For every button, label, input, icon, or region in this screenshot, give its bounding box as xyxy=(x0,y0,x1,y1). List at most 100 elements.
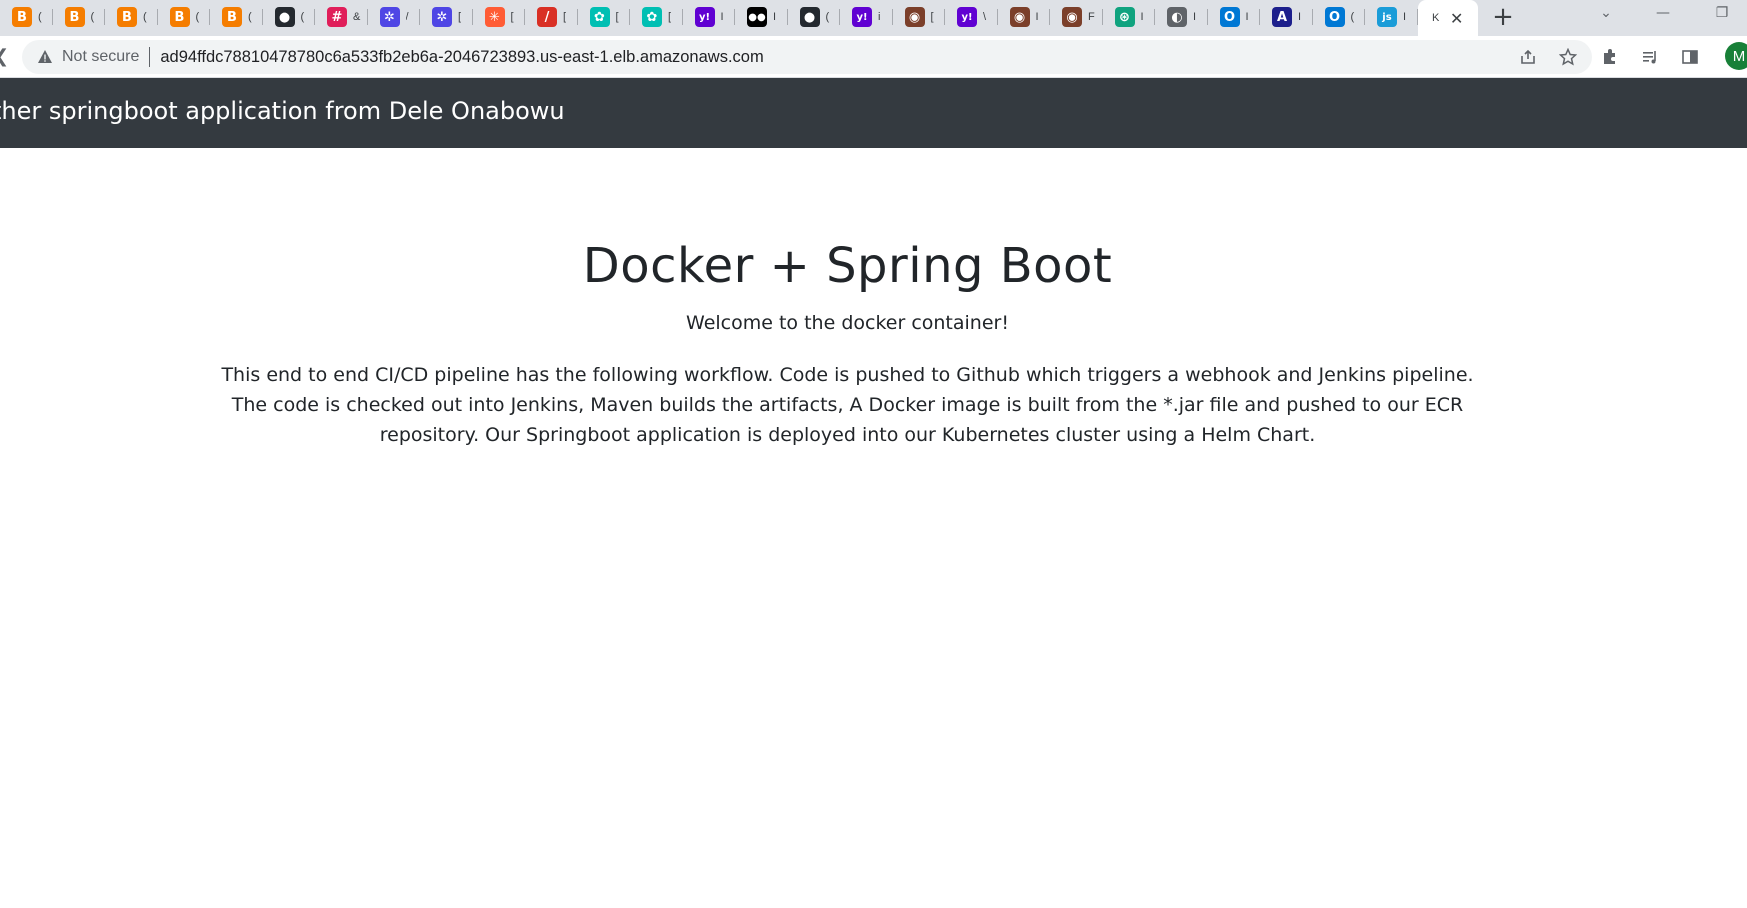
github-icon: ● xyxy=(799,7,820,27)
tab-item[interactable]: O( xyxy=(1313,0,1365,34)
tab-item[interactable]: ✲ / xyxy=(368,0,420,34)
outlook-icon: O xyxy=(1219,7,1240,27)
extensions-icon[interactable] xyxy=(1600,47,1620,67)
tab-item[interactable]: y! I xyxy=(683,0,735,34)
navbar-brand[interactable]: ther springboot application from Dele On… xyxy=(0,97,565,125)
tab-title: F xyxy=(1088,11,1095,23)
tab-item[interactable]: ◉ F xyxy=(1050,0,1103,34)
medium-icon: ●● xyxy=(747,7,767,27)
yahoo-icon: y! xyxy=(694,7,715,27)
tab-item[interactable]: ◐ I xyxy=(1155,0,1208,34)
tab-item[interactable]: ⊛ I xyxy=(1103,0,1155,34)
tab-item[interactable]: B( xyxy=(0,0,53,34)
outlook-icon: O xyxy=(1324,7,1345,27)
elastic-icon: ✿ xyxy=(589,7,610,27)
tab-item[interactable]: ✿[ xyxy=(578,0,630,34)
not-secure-label[interactable]: Not secure xyxy=(62,48,139,66)
restore-icon[interactable]: ❐ xyxy=(1707,0,1737,26)
tab-title: \ xyxy=(983,11,987,23)
tab-item[interactable]: /[ xyxy=(525,0,578,34)
avatar[interactable]: M xyxy=(1725,42,1747,70)
tab-item[interactable]: ✿[ xyxy=(630,0,683,34)
tab-title: I xyxy=(720,11,724,23)
tab-active[interactable]: K ✕ xyxy=(1418,0,1478,36)
slack-icon: # xyxy=(327,7,347,27)
profile-icon: ◉ xyxy=(1009,7,1030,27)
close-icon[interactable]: ✕ xyxy=(1450,9,1463,28)
tab-title: & xyxy=(353,11,361,23)
tab-item[interactable]: ●( xyxy=(263,0,315,34)
tab-title: I xyxy=(1245,11,1249,23)
github-icon: ● xyxy=(274,7,295,27)
new-tab-button[interactable]: + xyxy=(1488,0,1518,34)
tab-title: ( xyxy=(143,11,147,23)
tab-title: [ xyxy=(563,11,567,23)
tab-title: [ xyxy=(615,11,619,23)
chevron-down-icon[interactable]: ⌄ xyxy=(1591,0,1621,26)
tab-item[interactable]: # & xyxy=(315,0,368,34)
chatgpt-icon: ⊛ xyxy=(1114,7,1135,27)
address-bar[interactable]: Not secure ad94ffdc78810478780c6a533fb2e… xyxy=(22,40,1592,74)
tab-item[interactable]: ✲[ xyxy=(420,0,473,34)
asterisk-icon: ✲ xyxy=(432,7,452,27)
tab-title: I xyxy=(1035,11,1039,23)
tab-title: i xyxy=(878,11,881,23)
browser-toolbar: Not secure ad94ffdc78810478780c6a533fb2e… xyxy=(0,36,1747,78)
blogger-icon: B xyxy=(64,7,85,27)
url-text[interactable]: ad94ffdc78810478780c6a533fb2eb6a-2046723… xyxy=(160,48,763,67)
share-icon[interactable] xyxy=(1518,47,1538,67)
tab-item[interactable]: B( xyxy=(158,0,210,34)
profile-icon: ◉ xyxy=(904,7,925,27)
yahoo-icon: y! xyxy=(852,7,872,27)
tab-item[interactable]: ●● I xyxy=(735,0,788,34)
blogger-icon: B xyxy=(169,7,190,27)
pen-icon: / xyxy=(537,7,557,27)
tab-title: K xyxy=(1432,12,1440,24)
warning-icon[interactable] xyxy=(36,48,54,66)
page-title: Docker + Spring Boot xyxy=(582,238,1113,294)
tab-title: I xyxy=(1193,11,1197,23)
tab-item[interactable]: ◉[ xyxy=(893,0,945,34)
minimize-icon[interactable]: — xyxy=(1648,0,1678,26)
url-divider xyxy=(149,47,151,67)
a-logo-icon: A xyxy=(1272,7,1292,27)
tab-title: ( xyxy=(248,11,252,23)
star-icon[interactable] xyxy=(1558,47,1578,67)
media-queue-icon[interactable] xyxy=(1640,47,1660,67)
tab-title: [ xyxy=(510,11,514,23)
tab-title: I xyxy=(1140,11,1144,23)
back-arrow-icon[interactable]: ❮ xyxy=(0,46,9,67)
tab-title: I xyxy=(1298,11,1302,23)
tab-item[interactable]: B( xyxy=(105,0,158,34)
tab-strip: B(B(B(B(B(●(# & ✲ / ✲[✳[/[✿[✿[y! I ●● I ●(y! i ◉[y… xyxy=(0,0,1747,36)
tab-item[interactable]: js I xyxy=(1365,0,1418,34)
side-panel-icon[interactable] xyxy=(1680,47,1700,67)
tab-title: ( xyxy=(90,11,95,23)
tab-item[interactable]: ✳[ xyxy=(473,0,525,34)
tab-title: / xyxy=(405,11,409,23)
asterisk-icon: ✲ xyxy=(379,7,400,27)
tab-item[interactable]: B( xyxy=(53,0,105,34)
tab-title: ( xyxy=(300,11,305,23)
main-content: Docker + Spring Boot Welcome to the dock… xyxy=(0,148,1695,450)
tab-item[interactable]: ◉ I xyxy=(998,0,1050,34)
tab-item[interactable]: B( xyxy=(210,0,263,34)
tab-item[interactable]: y! i xyxy=(840,0,893,34)
yahoo-icon: y! xyxy=(957,7,977,27)
tab-title: [ xyxy=(668,11,672,23)
globe-icon: ◐ xyxy=(1167,7,1187,27)
profile-icon: ◉ xyxy=(1062,7,1082,27)
page-description: This end to end CI/CD pipeline has the f… xyxy=(221,364,1474,446)
tab-item[interactable]: y! \ xyxy=(945,0,998,34)
tab-item[interactable]: ●( xyxy=(788,0,840,34)
js-icon: js xyxy=(1377,7,1397,27)
tab-title: ( xyxy=(1350,11,1355,23)
tab-item[interactable]: AI xyxy=(1260,0,1313,34)
page-navbar: ther springboot application from Dele On… xyxy=(0,78,1747,148)
blogger-icon: B xyxy=(222,7,242,27)
blogger-icon: B xyxy=(12,7,32,27)
page-subtitle: Welcome to the docker container! xyxy=(686,312,1009,334)
elastic-icon: ✿ xyxy=(642,7,662,27)
tab-title: ( xyxy=(195,11,200,23)
tab-item[interactable]: OI xyxy=(1208,0,1260,34)
